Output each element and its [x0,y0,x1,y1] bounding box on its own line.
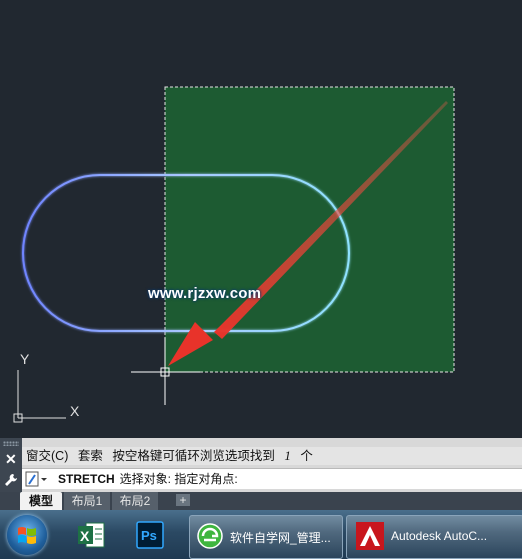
browser-icon [197,523,223,549]
add-layout-button[interactable]: + [176,494,190,506]
tab-layout1[interactable]: 布局1 [64,492,110,510]
command-current: STRETCH 选择对象: 指定对角点: [58,471,238,487]
layout-tabs: 模型 布局1 布局2 + [0,492,522,510]
history-message: 按空格键可循环浏览选项找到 [112,449,275,463]
ucs-y-label: Y [20,351,30,367]
crossing-selection-window [164,86,455,373]
wrench-icon[interactable] [4,473,18,487]
windows-logo-icon [18,527,36,544]
command-line-grip[interactable]: ✕ [0,438,22,492]
svg-text:X: X [80,528,90,544]
history-word: 套索 [77,449,103,463]
taskbar-item-browser[interactable]: 软件自学网_管理... [189,515,343,559]
history-prefix: 窗交(C) [26,449,69,463]
taskbar: X Ps 软件自学网_管理... Autodesk AutoC... [0,510,522,559]
browser-label: 软件自学网_管理... [230,531,331,545]
ucs-x-label: X [70,403,80,419]
command-prompt: 选择对象: 指定对角点: [119,472,238,486]
command-history: 窗交(C) 套索 按空格键可循环浏览选项找到 1 个 [22,447,522,465]
taskbar-item-autocad[interactable]: Autodesk AutoC... [346,515,522,559]
tab-layout2[interactable]: 布局2 [112,492,158,510]
watermark-text: www.rjzxw.com [148,285,262,302]
svg-text:Ps: Ps [141,528,157,543]
autocad-label: Autodesk AutoC... [391,529,488,543]
command-keyword: STRETCH [58,472,115,486]
history-unit: 个 [300,449,313,463]
command-input[interactable]: STRETCH 选择对象: 指定对角点: [22,468,522,489]
start-button[interactable] [7,515,47,555]
photoshop-icon[interactable]: Ps [135,520,165,550]
close-icon[interactable]: ✕ [5,452,17,466]
autocad-icon [356,522,384,550]
command-prompt-icon[interactable] [25,471,51,487]
excel-icon[interactable]: X [76,520,106,550]
ucs-icon [13,370,66,423]
drawing-canvas[interactable]: Y X www.rjzxw.com [0,0,522,438]
history-count: 1 [284,448,291,463]
command-line: ✕ 窗交(C) 套索 按空格键可循环浏览选项找到 1 个 STRETCH 选择对象… [0,438,522,492]
grip-handle-icon[interactable] [3,441,19,446]
tab-model[interactable]: 模型 [20,492,62,510]
